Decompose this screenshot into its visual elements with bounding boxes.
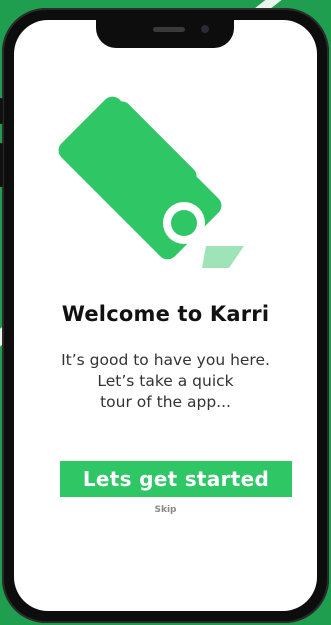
subtitle-line: It’s good to have you here. xyxy=(61,351,270,369)
speaker xyxy=(153,27,185,32)
logo-dot xyxy=(171,210,197,236)
logo-light-wedge xyxy=(202,246,244,268)
phone-side-button xyxy=(0,143,3,187)
front-camera xyxy=(201,25,209,33)
karri-logo-icon xyxy=(58,96,244,268)
phone-side-button xyxy=(0,98,3,124)
phone-frame: Welcome to Karri It’s good to have you h… xyxy=(0,8,329,623)
welcome-subtitle: It’s good to have you here. Let’s take a… xyxy=(14,350,317,413)
welcome-title: Welcome to Karri xyxy=(61,302,270,326)
subtitle-line: tour of the app... xyxy=(100,393,231,411)
welcome-screen: Welcome to Karri It’s good to have you h… xyxy=(14,20,317,611)
notch xyxy=(96,20,234,48)
get-started-button[interactable]: Lets get started xyxy=(60,461,292,497)
subtitle-line: Let’s take a quick xyxy=(97,372,234,390)
skip-link[interactable]: Skip xyxy=(14,505,317,515)
